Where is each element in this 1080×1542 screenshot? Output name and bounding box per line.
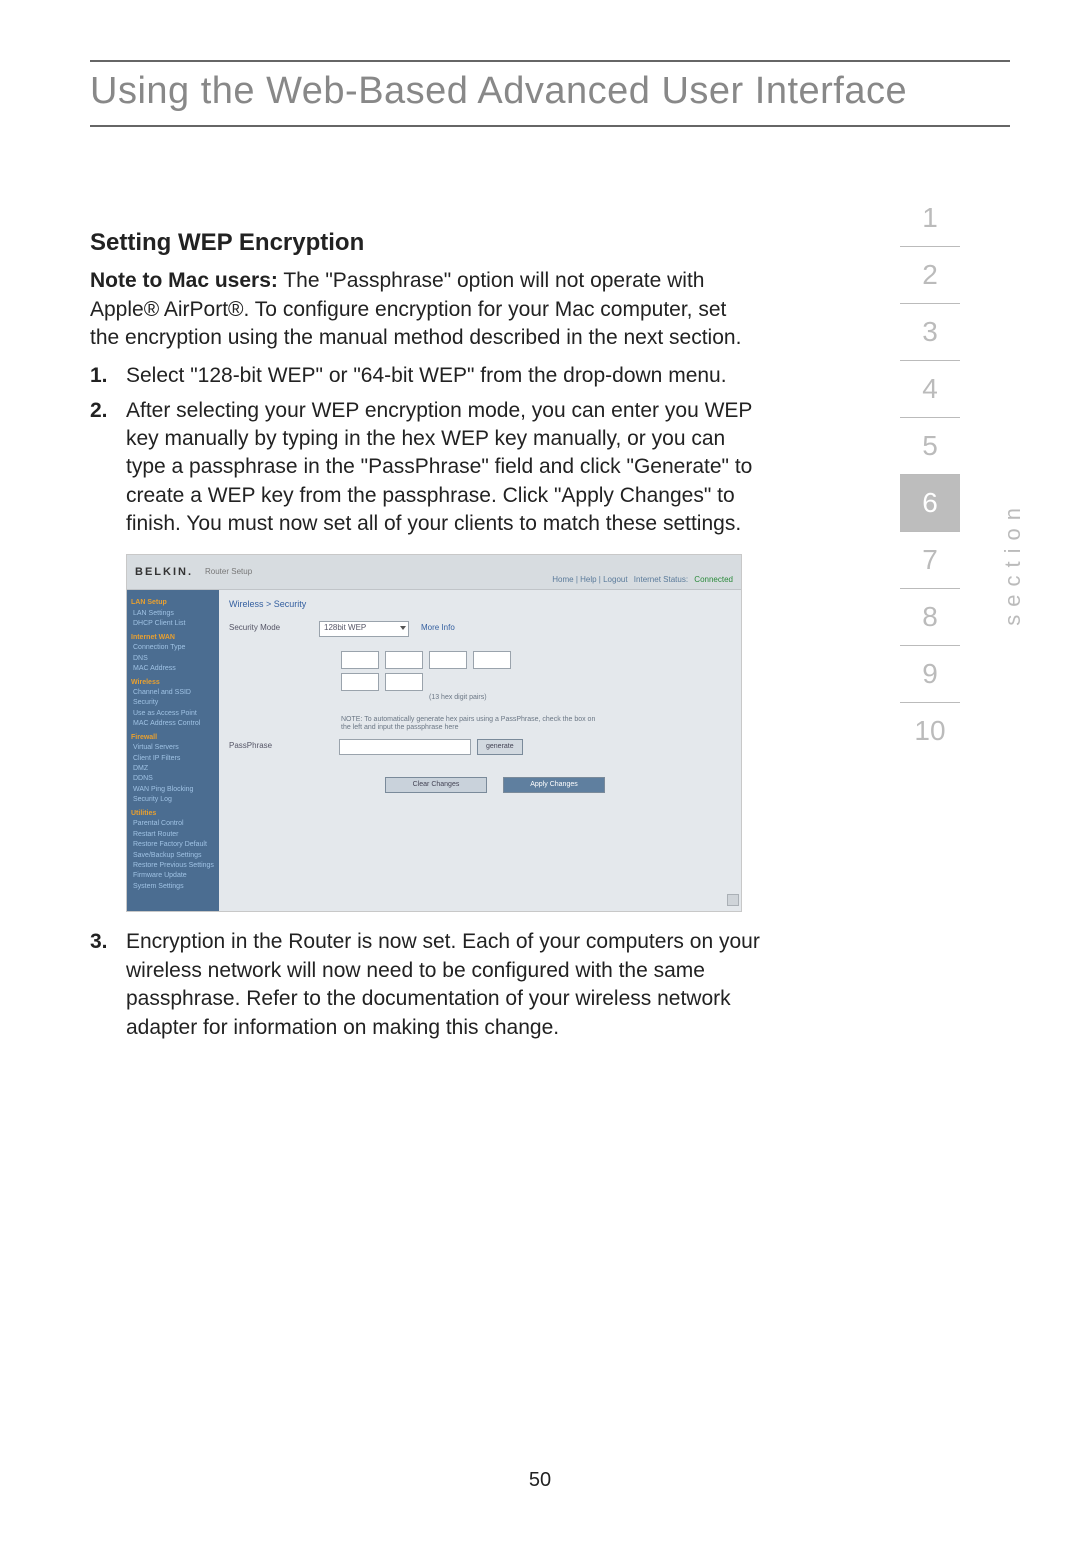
section-label: section (1000, 500, 1026, 626)
steps-list: 1. Select "128-bit WEP" or "64-bit WEP" … (90, 362, 760, 538)
sidebar-item[interactable]: DNS (133, 654, 215, 663)
sidebar-item[interactable]: Parental Control (133, 819, 215, 828)
sidebar-group-firewall: Firewall (131, 733, 215, 742)
section-heading: Setting WEP Encryption (90, 227, 760, 259)
sidebar-group-wan: Internet WAN (131, 633, 215, 642)
section-tab-8[interactable]: 8 (900, 589, 960, 646)
generate-button[interactable]: generate (477, 739, 523, 755)
mac-note-label: Note to Mac users: (90, 269, 278, 292)
hex-cell[interactable] (473, 651, 511, 669)
sidebar-group-utilities: Utilities (131, 809, 215, 818)
brand-sub: Router Setup (205, 567, 252, 578)
hex-cell[interactable] (341, 673, 379, 691)
sidebar-item[interactable]: Firmware Update (133, 871, 215, 880)
router-sidebar: LAN Setup LAN Settings DHCP Client List … (127, 590, 219, 912)
sidebar-item[interactable]: Virtual Servers (133, 743, 215, 752)
section-rail: section 12345678910 (900, 190, 960, 759)
router-ui-screenshot: BELKIN. Router Setup Home | Help | Logou… (126, 554, 742, 912)
section-tab-2[interactable]: 2 (900, 247, 960, 304)
router-header: BELKIN. Router Setup Home | Help | Logou… (127, 555, 741, 590)
content-body: Setting WEP Encryption Note to Mac users… (90, 227, 760, 1042)
step-1-text: Select "128-bit WEP" or "64-bit WEP" fro… (126, 362, 760, 390)
sidebar-item[interactable]: DMZ (133, 764, 215, 773)
sidebar-item[interactable]: MAC Address Control (133, 719, 215, 728)
sidebar-item[interactable]: Save/Backup Settings (133, 851, 215, 860)
mac-note: Note to Mac users: The "Passphrase" opti… (90, 267, 760, 352)
header-links: Home | Help | Logout Internet Status: Co… (548, 575, 733, 586)
hex-cell[interactable] (385, 651, 423, 669)
sidebar-item[interactable]: DDNS (133, 774, 215, 783)
page-title: Using the Web-Based Advanced User Interf… (90, 60, 1010, 127)
hex-cell[interactable] (341, 651, 379, 669)
section-tab-10[interactable]: 10 (900, 703, 960, 759)
sidebar-item[interactable]: System Settings (133, 882, 215, 891)
security-mode-select[interactable]: 128bit WEP (319, 621, 409, 637)
section-tab-4[interactable]: 4 (900, 361, 960, 418)
sidebar-item[interactable]: Use as Access Point (133, 709, 215, 718)
sidebar-group-wireless: Wireless (131, 678, 215, 687)
passphrase-input[interactable] (339, 739, 471, 755)
sidebar-item[interactable]: Connection Type (133, 643, 215, 652)
scroll-corner[interactable] (727, 894, 739, 906)
hex-key-grid (341, 651, 731, 669)
breadcrumb: Wireless > Security (229, 598, 731, 610)
sidebar-item[interactable]: MAC Address (133, 664, 215, 673)
sidebar-item[interactable]: Restart Router (133, 830, 215, 839)
hex-key-grid-row2 (341, 673, 731, 691)
section-tab-3[interactable]: 3 (900, 304, 960, 361)
step-3-text: Encryption in the Router is now set. Eac… (126, 928, 760, 1041)
section-tab-9[interactable]: 9 (900, 646, 960, 703)
page-number: 50 (0, 1469, 1080, 1492)
section-tab-7[interactable]: 7 (900, 532, 960, 589)
step-3-num: 3. (90, 928, 126, 1041)
hex-cell[interactable] (385, 673, 423, 691)
sidebar-item[interactable]: Restore Previous Settings (133, 861, 215, 870)
clear-changes-button[interactable]: Clear Changes (385, 777, 487, 793)
sidebar-item[interactable]: DHCP Client List (133, 619, 215, 628)
step-2: 2. After selecting your WEP encryption m… (90, 397, 760, 539)
header-status-label: Internet Status: (634, 575, 688, 584)
sidebar-item[interactable]: Security Log (133, 795, 215, 804)
header-links-nav[interactable]: Home | Help | Logout (552, 575, 627, 584)
hex-hint: (13 hex digit pairs) (429, 693, 731, 702)
passphrase-note: NOTE: To automatically generate hex pair… (341, 716, 601, 733)
more-info-link[interactable]: More Info (421, 623, 455, 634)
header-status-value: Connected (694, 575, 733, 584)
sidebar-item[interactable]: LAN Settings (133, 609, 215, 618)
brand-logo: BELKIN. (135, 565, 193, 580)
steps-list-continued: 3. Encryption in the Router is now set. … (90, 928, 760, 1041)
apply-changes-button[interactable]: Apply Changes (503, 777, 605, 793)
sidebar-group-lan: LAN Setup (131, 598, 215, 607)
sidebar-item[interactable]: Restore Factory Default (133, 840, 215, 849)
section-tab-6[interactable]: 6 (900, 475, 960, 532)
step-2-num: 2. (90, 397, 126, 539)
section-tab-5[interactable]: 5 (900, 418, 960, 475)
sidebar-item[interactable]: WAN Ping Blocking (133, 785, 215, 794)
section-tab-1[interactable]: 1 (900, 190, 960, 247)
step-1-num: 1. (90, 362, 126, 390)
step-1: 1. Select "128-bit WEP" or "64-bit WEP" … (90, 362, 760, 390)
security-mode-label: Security Mode (229, 623, 319, 634)
sidebar-item[interactable]: Channel and SSID (133, 688, 215, 697)
sidebar-item[interactable]: Client IP Filters (133, 754, 215, 763)
passphrase-label: PassPhrase (229, 741, 339, 752)
router-main-panel: Wireless > Security Security Mode 128bit… (219, 590, 741, 912)
hex-cell[interactable] (429, 651, 467, 669)
step-3: 3. Encryption in the Router is now set. … (90, 928, 760, 1041)
sidebar-item[interactable]: Security (133, 698, 215, 707)
step-2-text: After selecting your WEP encryption mode… (126, 397, 760, 539)
